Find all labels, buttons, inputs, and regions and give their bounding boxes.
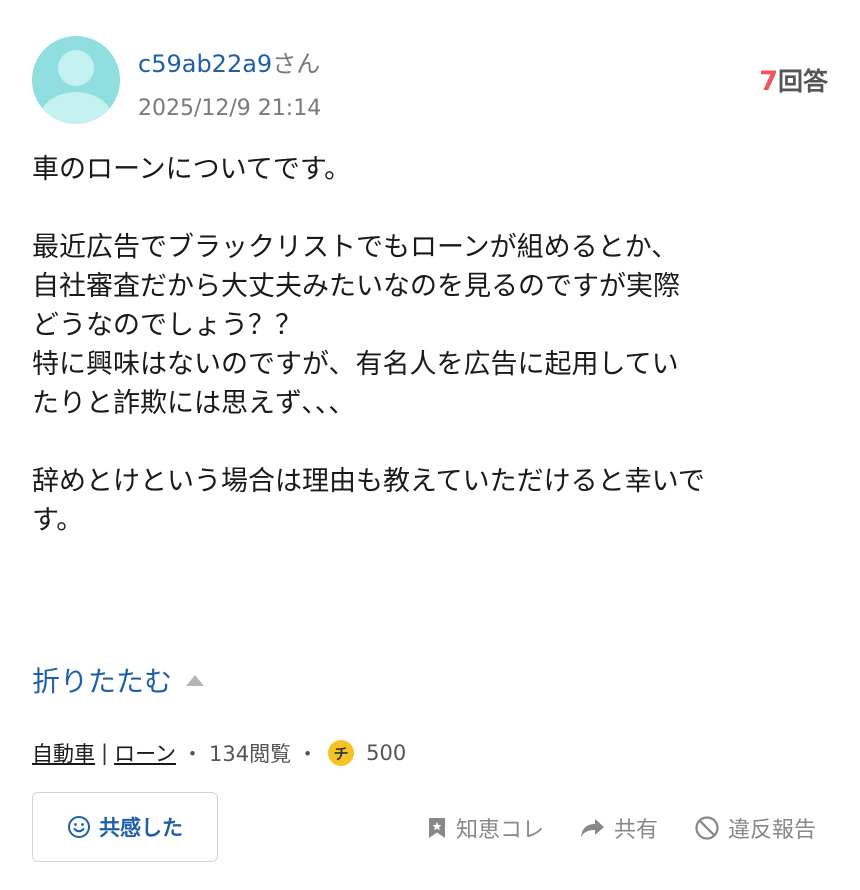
coin-icon: チ (328, 740, 355, 766)
empathy-label: 共感した (99, 816, 183, 840)
meta-dot: ・ (297, 742, 319, 766)
coin-amount: 500 (366, 741, 407, 765)
avatar-body (38, 92, 114, 124)
bookmark-icon (428, 818, 445, 838)
view-count: 134閲覧 (209, 742, 292, 766)
collapse-label: 折りたたむ (32, 665, 173, 698)
username-link[interactable]: c59ab22a9 (138, 50, 272, 78)
share-button[interactable]: 共有 (580, 812, 658, 844)
category-link-loan[interactable]: ローン (114, 738, 176, 768)
share-label: 共有 (613, 818, 658, 843)
question-body: 車のローンについてです。 最近広告でブラックリストでもローンが組めるとか、 自社… (32, 154, 705, 536)
category-separator: | (101, 741, 109, 765)
category-link-car[interactable]: 自動車 (32, 738, 95, 768)
post-date: 2025/12/9 21:14 (138, 96, 322, 121)
user-line: c59ab22a9さん (138, 44, 320, 79)
meta-dot: ・ (182, 742, 204, 766)
prohibited-icon (695, 816, 719, 840)
smile-icon (68, 816, 90, 838)
share-arrow-icon (580, 819, 604, 837)
report-label: 違反報告 (727, 818, 816, 843)
action-bar: 知恵コレ 共有 違反報告 (426, 812, 816, 844)
answer-count[interactable]: 7回答 (759, 62, 828, 98)
caret-up-icon (186, 674, 205, 686)
collapse-button[interactable]: 折りたたむ (32, 660, 205, 700)
user-avatar-icon[interactable] (32, 36, 120, 124)
avatar-head (58, 50, 94, 86)
answer-count-label: 回答 (777, 67, 828, 96)
report-button[interactable]: 違反報告 (694, 812, 816, 844)
save-label: 知恵コレ (455, 818, 544, 843)
empathy-button[interactable]: 共感した (32, 792, 218, 862)
question-meta: 自動車 | ローン ・ 134閲覧 ・ チ 500 (32, 738, 406, 768)
save-button[interactable]: 知恵コレ (426, 812, 544, 844)
answer-count-number: 7 (759, 66, 778, 97)
username-suffix: さん (272, 50, 321, 78)
